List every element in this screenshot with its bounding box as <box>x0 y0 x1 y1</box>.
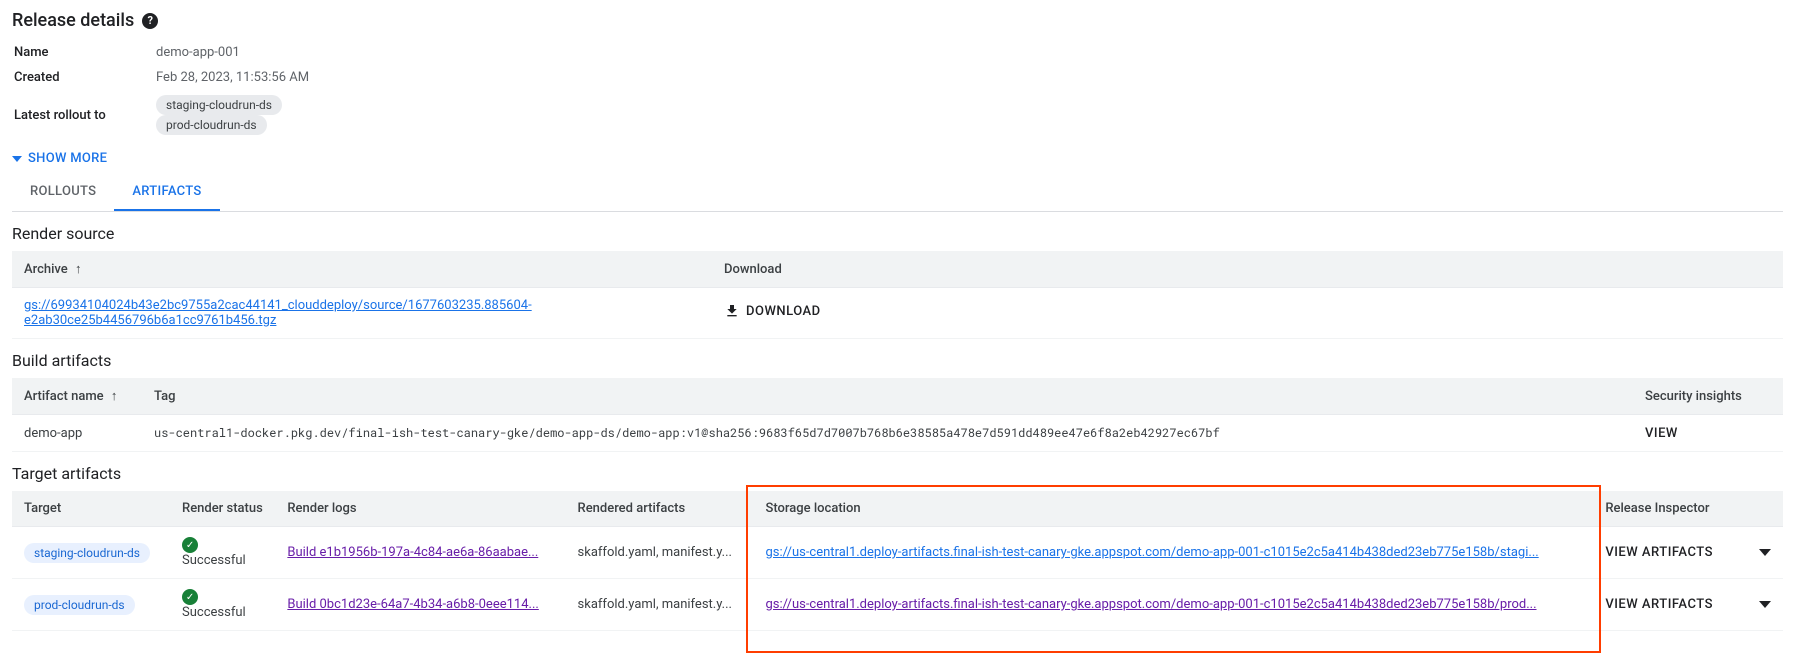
label-created: Created <box>14 66 154 89</box>
chevron-down-icon <box>12 156 22 162</box>
rendered-artifacts-cell: skaffold.yaml, manifest.y... <box>578 597 742 612</box>
chevron-down-icon[interactable] <box>1759 549 1771 556</box>
view-artifacts-button[interactable]: VIEW ARTIFACTS <box>1605 545 1713 560</box>
col-render-status: Render status <box>170 491 275 527</box>
col-release-inspector: Release Inspector <box>1593 491 1783 527</box>
build-artifact-row: demo-app us-central1-docker.pkg.dev/fina… <box>12 415 1783 452</box>
col-security-insights: Security insights <box>1633 378 1783 415</box>
rollout-chip-staging[interactable]: staging-cloudrun-ds <box>156 95 282 115</box>
label-name: Name <box>14 41 154 64</box>
col-download: Download <box>712 251 1783 288</box>
target-row: staging-cloudrun-ds ✓Successful Build e1b1… <box>12 527 1783 579</box>
value-name: demo-app-001 <box>156 41 370 64</box>
artifact-name-cell: demo-app <box>12 415 142 452</box>
render-log-link[interactable]: Build e1b1956b-197a-4c84-ae6a-86aabae... <box>287 545 553 560</box>
col-render-logs: Render logs <box>275 491 565 527</box>
view-artifacts-button[interactable]: VIEW ARTIFACTS <box>1605 597 1713 612</box>
render-log-link[interactable]: Build 0bc1d23e-64a7-4b34-a6b8-0eee114... <box>287 597 553 612</box>
col-rendered-artifacts: Rendered artifacts <box>566 491 754 527</box>
target-chip[interactable]: prod-cloudrun-ds <box>24 595 135 615</box>
artifact-tag-cell: us-central1-docker.pkg.dev/final-ish-tes… <box>142 415 1633 452</box>
tab-artifacts[interactable]: ARTIFACTS <box>114 174 219 211</box>
sort-arrow-icon: ↑ <box>111 389 118 404</box>
build-artifacts-table: Artifact name ↑ Tag Security insights de… <box>12 378 1783 452</box>
render-source-table: Archive ↑ Download gs://69934104024b43e2… <box>12 251 1783 339</box>
tab-rollouts[interactable]: ROLLOUTS <box>12 174 114 211</box>
show-more-label: SHOW MORE <box>28 151 107 166</box>
success-icon: ✓ <box>182 589 198 605</box>
col-archive[interactable]: Archive ↑ <box>12 251 712 288</box>
show-more-button[interactable]: SHOW MORE <box>12 151 1783 166</box>
storage-location-link[interactable]: gs://us-central1.deploy-artifacts.final-… <box>766 597 1582 612</box>
col-tag: Tag <box>142 378 1633 415</box>
help-icon[interactable]: ? <box>142 13 158 29</box>
target-chip[interactable]: staging-cloudrun-ds <box>24 543 150 563</box>
col-artifact-name[interactable]: Artifact name ↑ <box>12 378 142 415</box>
status-text: Successful <box>182 605 246 620</box>
page-title: Release details <box>12 10 134 31</box>
target-row: prod-cloudrun-ds ✓Successful Build 0bc1d23… <box>12 579 1783 631</box>
build-artifacts-heading: Build artifacts <box>12 351 1783 370</box>
release-details-table: Name demo-app-001 Created Feb 28, 2023, … <box>12 39 372 141</box>
col-storage-location: Storage location <box>754 491 1594 527</box>
rendered-artifacts-cell: skaffold.yaml, manifest.y... <box>578 545 742 560</box>
chevron-down-icon[interactable] <box>1759 601 1771 608</box>
success-icon: ✓ <box>182 537 198 553</box>
label-latest-rollout: Latest rollout to <box>14 91 154 139</box>
render-source-row: gs://69934104024b43e2bc9755a2cac44141_cl… <box>12 288 1783 339</box>
rollout-chip-prod[interactable]: prod-cloudrun-ds <box>156 115 267 135</box>
value-created: Feb 28, 2023, 11:53:56 AM <box>156 66 370 89</box>
download-button[interactable]: DOWNLOAD <box>724 303 821 319</box>
target-artifacts-heading: Target artifacts <box>12 464 1783 483</box>
view-security-button[interactable]: VIEW <box>1645 426 1678 441</box>
storage-location-link[interactable]: gs://us-central1.deploy-artifacts.final-… <box>766 545 1582 560</box>
col-target: Target <box>12 491 170 527</box>
render-source-heading: Render source <box>12 224 1783 243</box>
archive-link[interactable]: gs://69934104024b43e2bc9755a2cac44141_cl… <box>24 298 532 328</box>
download-icon <box>724 303 740 319</box>
sort-arrow-icon: ↑ <box>75 262 82 277</box>
status-text: Successful <box>182 553 246 568</box>
tabs-bar: ROLLOUTS ARTIFACTS <box>12 174 1783 212</box>
target-artifacts-table: Target Render status Render logs Rendere… <box>12 491 1783 631</box>
